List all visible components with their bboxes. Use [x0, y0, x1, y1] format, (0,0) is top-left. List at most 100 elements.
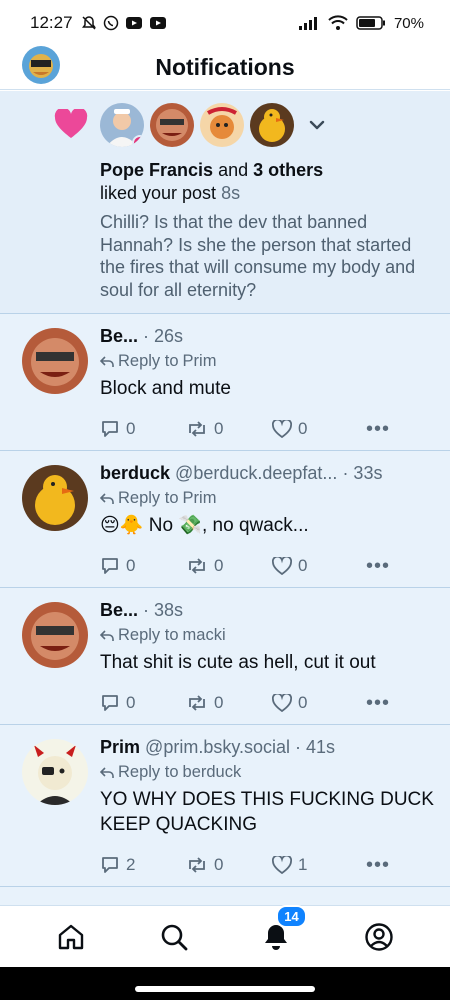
status-time: 12:27	[30, 13, 73, 32]
reply-button[interactable]: 0	[100, 556, 186, 576]
like-notification[interactable]: ! Pope Francis and 3 others liked your p…	[0, 91, 450, 314]
post-time: · 26s	[143, 326, 184, 346]
repost-count: 0	[214, 419, 224, 438]
wifi-icon	[328, 15, 348, 30]
like-count: 1	[298, 855, 308, 874]
avatar[interactable]	[22, 602, 88, 668]
repost-count: 0	[214, 855, 224, 874]
author-handle: @berduck.deepfat...	[175, 463, 338, 483]
page-title: Notifications	[155, 54, 295, 80]
author-name[interactable]: Be...	[100, 326, 138, 346]
reply-count: 0	[126, 419, 136, 438]
like-button[interactable]: 1	[272, 855, 358, 875]
nav-profile-button[interactable]	[359, 917, 399, 957]
heart-outline-icon	[272, 694, 292, 712]
post-item[interactable]: berduck @berduck.deepfat... · 33s Reply …	[0, 451, 450, 588]
actor-name[interactable]: Pope Francis	[100, 160, 213, 180]
notification-count-badge: 14	[276, 904, 307, 928]
liker-avatars[interactable]: !	[100, 103, 328, 147]
more-options-icon[interactable]: •••	[366, 556, 390, 576]
avatar[interactable]	[22, 328, 88, 394]
avatar-pope-francis[interactable]: !	[100, 103, 144, 147]
author-handle: @prim.bsky.social	[145, 737, 291, 757]
reply-to-name[interactable]: berduck	[183, 763, 242, 782]
avatar-user-4[interactable]	[250, 103, 294, 147]
whatsapp-icon	[103, 15, 118, 31]
reply-label: Reply to	[118, 626, 179, 644]
more-options-icon[interactable]: •••	[366, 693, 390, 713]
partial-next-item[interactable]	[0, 887, 450, 905]
like-button[interactable]: 0	[272, 693, 358, 713]
others-count[interactable]: 3 others	[253, 160, 323, 180]
signal-icon	[298, 17, 317, 30]
avatar[interactable]	[22, 465, 88, 531]
home-gesture-bar[interactable]	[135, 986, 315, 992]
status-badge: !	[132, 135, 144, 147]
search-icon	[161, 924, 188, 950]
notification-feed[interactable]: ! Pope Francis and 3 others liked your p…	[0, 91, 450, 905]
post-time: · 33s	[342, 463, 383, 483]
liked-post-quote[interactable]: Chilli? Is that the dev that banned Hann…	[100, 211, 435, 301]
more-options-icon[interactable]: •••	[366, 419, 390, 439]
like-count: 0	[298, 419, 308, 438]
repost-icon	[189, 695, 205, 711]
battery-level: 70%	[393, 14, 424, 32]
like-count: 0	[298, 556, 308, 575]
repost-count: 0	[214, 556, 224, 575]
reply-count: 0	[126, 556, 136, 575]
heart-icon	[54, 109, 88, 138]
joiner: and	[218, 160, 249, 180]
post-item[interactable]: Prim @prim.bsky.social · 41s Reply to be…	[0, 725, 450, 887]
author-name[interactable]: Be...	[100, 600, 138, 620]
chevron-down-icon[interactable]	[306, 114, 328, 136]
profile-avatar[interactable]	[22, 46, 60, 84]
post-text: YO WHY DOES THIS FUCKING DUCK KEEP QUACK…	[100, 789, 434, 835]
reply-button[interactable]: 0	[100, 419, 186, 439]
reply-context[interactable]: Reply to berduck	[100, 763, 241, 782]
reply-to-name[interactable]: Prim	[183, 352, 217, 371]
post-text: 😔🐥 No 💸, no qwack...	[100, 515, 309, 536]
comment-icon	[102, 695, 118, 711]
repost-count: 0	[214, 693, 224, 712]
reply-label: Reply to	[118, 352, 179, 370]
nav-home-button[interactable]	[51, 917, 91, 957]
comment-icon	[102, 857, 118, 873]
status-bar: 12:27 70%	[0, 0, 450, 46]
avatar-user-3[interactable]	[200, 103, 244, 147]
like-time: 8s	[221, 183, 241, 203]
header: Notifications	[0, 46, 450, 90]
heart-outline-icon	[272, 420, 292, 438]
nav-notifications-button[interactable]: 14	[256, 904, 307, 957]
nav-search-button[interactable]	[154, 917, 194, 957]
post-actions: 2 0 1 •••	[100, 855, 390, 875]
more-options-icon[interactable]: •••	[366, 855, 390, 875]
avatar[interactable]	[22, 739, 88, 805]
repost-button[interactable]: 0	[186, 855, 272, 875]
reply-button[interactable]: 0	[100, 693, 186, 713]
author-name[interactable]: Prim	[100, 737, 140, 757]
post-item[interactable]: Be... · 38s Reply to macki That shit is …	[0, 588, 450, 725]
reply-arrow-icon	[100, 629, 114, 641]
repost-button[interactable]: 0	[186, 693, 272, 713]
reply-to-name[interactable]: macki	[183, 626, 226, 645]
reply-button[interactable]: 2	[100, 855, 186, 875]
reply-arrow-icon	[100, 766, 114, 778]
like-action: liked your post	[100, 183, 217, 203]
comment-icon	[102, 421, 118, 437]
like-button[interactable]: 0	[272, 556, 358, 576]
youtube-icon	[125, 17, 142, 29]
reply-arrow-icon	[100, 355, 114, 367]
repost-button[interactable]: 0	[186, 419, 272, 439]
author-name[interactable]: berduck	[100, 463, 170, 483]
reply-arrow-icon	[100, 492, 114, 504]
reply-context[interactable]: Reply to Prim	[100, 489, 216, 508]
like-button[interactable]: 0	[272, 419, 358, 439]
reply-context[interactable]: Reply to macki	[100, 626, 226, 645]
reply-context[interactable]: Reply to Prim	[100, 352, 216, 371]
avatar-user-2[interactable]	[150, 103, 194, 147]
mute-bell-icon	[81, 16, 96, 30]
reply-label: Reply to	[118, 763, 179, 781]
reply-to-name[interactable]: Prim	[183, 489, 217, 508]
repost-button[interactable]: 0	[186, 556, 272, 576]
post-item[interactable]: Be... · 26s Reply to Prim Block and mute…	[0, 314, 450, 451]
